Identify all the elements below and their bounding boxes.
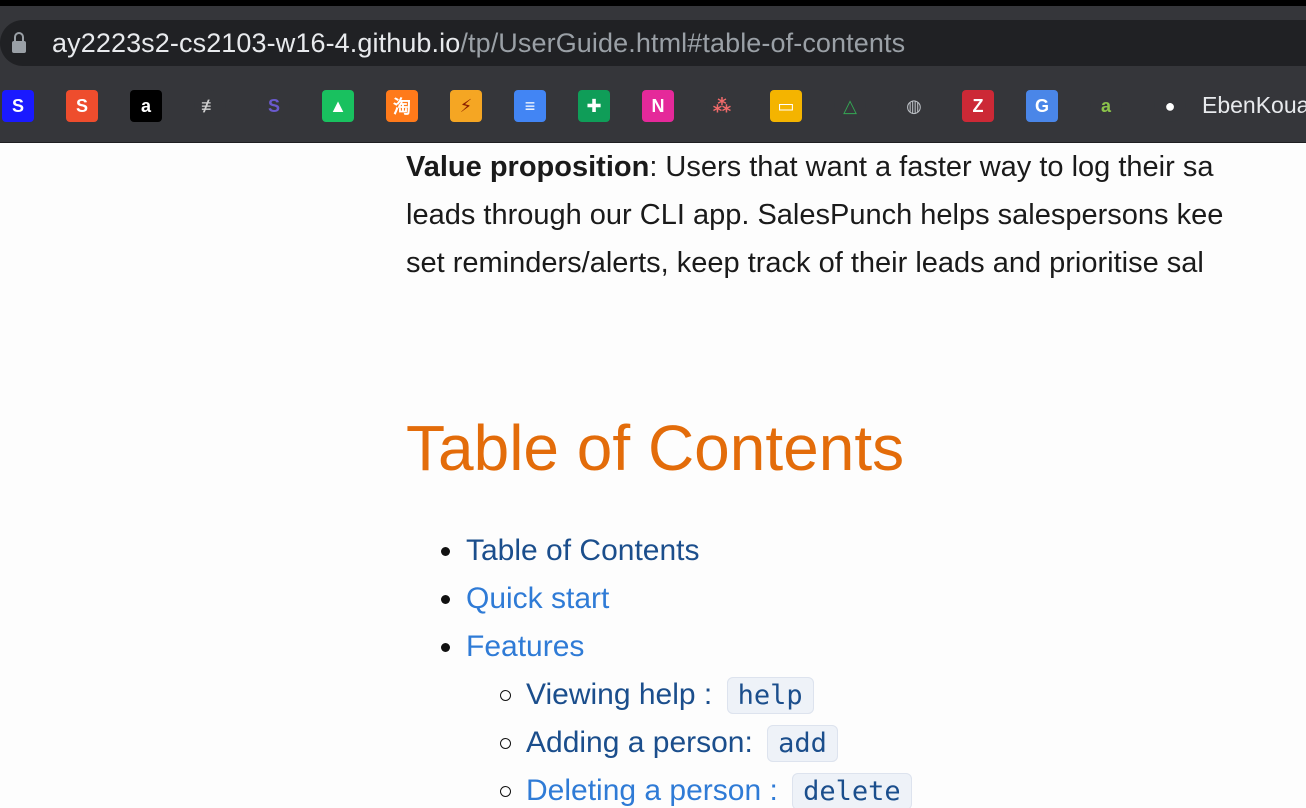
lock-icon[interactable] bbox=[12, 32, 26, 53]
toc-subitem: Deleting a person : delete bbox=[500, 767, 912, 808]
toc-subitem-label: Viewing help : bbox=[526, 678, 721, 711]
toc-link-adding-person[interactable]: Adding a person: add bbox=[526, 725, 838, 762]
toc-link-table-of-contents[interactable]: Table of Contents bbox=[466, 534, 699, 567]
google-sheets-icon[interactable]: ✚ bbox=[578, 90, 610, 122]
value-prop-line2: leads through our CLI app. SalesPunch he… bbox=[406, 199, 1224, 231]
address-bar[interactable]: ay2223s2-cs2103-w16-4.github.io/tp/UserG… bbox=[0, 20, 1306, 66]
pixel-icon[interactable]: ⚡ bbox=[450, 90, 482, 122]
value-prop-line3: set reminders/alerts, keep track of thei… bbox=[406, 247, 1204, 279]
google-docs-icon[interactable]: ≡ bbox=[514, 90, 546, 122]
value-proposition: Value proposition: Users that want a fas… bbox=[406, 143, 1306, 287]
toc-link-quick-start[interactable]: Quick start bbox=[466, 582, 609, 615]
shield-extension-icon[interactable]: S bbox=[2, 90, 34, 122]
toc-item: Quick start bbox=[440, 575, 699, 623]
google-translate-icon[interactable]: G bbox=[1026, 90, 1058, 122]
features-sublist: Viewing help : help Adding a person: add… bbox=[500, 671, 912, 808]
url-host: ay2223s2-cs2103-w16-4.github.io bbox=[52, 27, 461, 58]
toc-item: Features bbox=[440, 623, 699, 671]
toc-link-features[interactable]: Features bbox=[466, 630, 584, 663]
toc-link-viewing-help[interactable]: Viewing help : help bbox=[526, 677, 814, 714]
asana-icon[interactable]: ⁂ bbox=[706, 90, 738, 122]
globe-icon[interactable]: ◍ bbox=[898, 90, 930, 122]
tool-icon[interactable]: ≢ bbox=[194, 90, 226, 122]
toc-subitem-label: Adding a person: bbox=[526, 726, 762, 759]
pink-n-icon[interactable]: N bbox=[642, 90, 674, 122]
code-add: add bbox=[767, 725, 838, 762]
taobao-icon[interactable]: 淘 bbox=[386, 90, 418, 122]
shopee-icon[interactable]: S bbox=[66, 90, 98, 122]
value-prop-line1: : Users that want a faster way to log th… bbox=[649, 151, 1214, 183]
browser-chrome: ay2223s2-cs2103-w16-4.github.io/tp/UserG… bbox=[0, 6, 1306, 143]
green-arrow-icon[interactable]: ▲ bbox=[322, 90, 354, 122]
amazon-icon[interactable]: a bbox=[130, 90, 162, 122]
zotero-icon[interactable]: Z bbox=[962, 90, 994, 122]
url-path: /tp/UserGuide.html#table-of-contents bbox=[460, 27, 906, 58]
url-text[interactable]: ay2223s2-cs2103-w16-4.github.io/tp/UserG… bbox=[52, 28, 905, 59]
bookmarks-bar: S Sa ≢ S ▲ 淘 ⚡ ≡ ✚ N ⁂ ▭ △ ◍ Z Ga ● EbenKoua bbox=[0, 70, 1306, 142]
toc-item: Table of Contents bbox=[440, 527, 699, 575]
purple-s-icon[interactable]: S bbox=[258, 90, 290, 122]
toc-subitem: Adding a person: add bbox=[500, 719, 912, 767]
value-prop-label: Value proposition bbox=[406, 151, 650, 183]
toc-link-deleting-person[interactable]: Deleting a person : delete bbox=[526, 773, 912, 808]
page-content: Value proposition: Users that want a fas… bbox=[0, 143, 1306, 808]
green-a-icon[interactable]: a bbox=[1090, 90, 1122, 122]
toc-subitem-label: Deleting a person : bbox=[526, 774, 787, 807]
toc-list: Table of Contents Quick start Features bbox=[440, 527, 699, 671]
github-bookmark-label[interactable]: EbenKoua bbox=[1202, 92, 1306, 119]
code-help: help bbox=[726, 677, 814, 714]
code-delete: delete bbox=[792, 773, 912, 808]
github-icon[interactable]: ● bbox=[1154, 90, 1186, 122]
toc-subitem: Viewing help : help bbox=[500, 671, 912, 719]
toc-heading: Table of Contents bbox=[406, 412, 905, 484]
google-drive-icon[interactable]: △ bbox=[834, 90, 866, 122]
google-slides-icon[interactable]: ▭ bbox=[770, 90, 802, 122]
